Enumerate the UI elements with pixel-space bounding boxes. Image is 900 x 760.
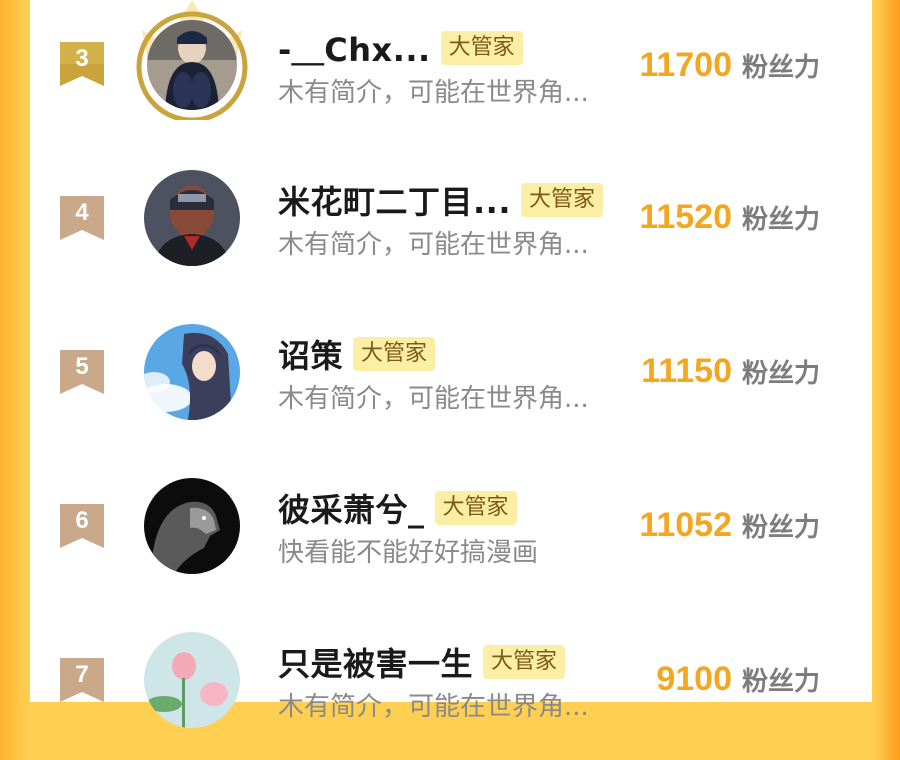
user-name[interactable]: 彼采萧兮_ [278,485,425,531]
rank-number: 6 [75,507,89,534]
lion-avatar-icon [144,478,240,574]
rank-badge-icon: 3 [60,42,104,86]
user-name[interactable]: 只是被害一生 [278,639,473,685]
ranking-row[interactable]: 3 -＿Chx... 大管家 木有简介，可能在世界角... 11700 粉丝力 [30,0,872,144]
fan-power-value: 9100 [656,660,732,698]
anime-girl-sky-avatar-icon [144,324,240,420]
rank-number: 5 [75,353,89,380]
user-avatar[interactable] [144,324,240,420]
user-photo-avatar-icon [147,20,237,110]
lotus-flower-avatar-icon [144,632,240,728]
ranking-row[interactable]: 4 米花町二丁目... 大管家 木有简介，可能在世界角... 11520 粉丝力 [30,144,872,298]
fan-power: 11052 粉丝力 [639,506,820,545]
user-avatar[interactable] [144,632,240,728]
fan-power: 11150 粉丝力 [641,352,820,391]
fan-power: 11700 粉丝力 [639,46,820,85]
user-bio: 木有简介，可能在世界角... [278,384,589,414]
user-name[interactable]: -＿Chx... [278,25,431,71]
name-line: 诏策 大管家 [278,331,436,377]
rank-badge-icon: 6 [60,504,104,548]
user-bio: 木有简介，可能在世界角... [278,692,589,722]
role-badge: 大管家 [483,645,566,679]
name-line: 米花町二丁目... 大管家 [278,178,603,222]
rank-number: 3 [75,45,89,72]
ranking-row[interactable]: 7 只是被害一生 大管家 木有简介，可能在世界角... 9100 粉丝力 [30,606,872,760]
fan-power-value: 11052 [639,506,732,544]
fan-power-unit: 粉丝力 [741,205,820,235]
anime-character-avatar-icon [144,170,240,266]
fan-power-value: 11520 [639,198,732,236]
ranking-row[interactable]: 6 彼采萧兮_ 大管家 快看能不能好好搞漫画 11052 粉丝力 [30,452,872,606]
fan-power-unit: 粉丝力 [741,53,820,83]
user-avatar[interactable] [144,478,240,574]
name-line: 只是被害一生 大管家 [278,639,566,685]
rank-badge-icon: 5 [60,350,104,394]
fan-power-value: 11700 [639,46,732,84]
name-line: -＿Chx... 大管家 [278,26,523,70]
user-bio: 木有简介，可能在世界角... [278,230,589,260]
role-badge: 大管家 [520,183,603,217]
fan-power-value: 11150 [641,352,732,390]
fan-power-unit: 粉丝力 [741,513,820,543]
rank-badge-icon: 7 [60,658,104,702]
user-name[interactable]: 诏策 [278,331,343,377]
fan-power: 11520 粉丝力 [639,198,820,237]
user-avatar[interactable] [144,170,240,266]
user-avatar[interactable] [147,20,237,110]
fan-power-unit: 粉丝力 [741,359,820,389]
rank-badge-icon: 4 [60,196,104,240]
fan-power-unit: 粉丝力 [741,667,820,697]
fan-power: 9100 粉丝力 [656,660,820,699]
ranking-row[interactable]: 5 诏策 大管家 木有简介，可能在世界角... 11150 粉丝力 [30,298,872,452]
rank-number: 4 [75,199,89,226]
role-badge: 大管家 [434,491,517,525]
role-badge: 大管家 [440,31,523,65]
role-badge: 大管家 [353,337,436,371]
ranking-list: 3 -＿Chx... 大管家 木有简介，可能在世界角... 11700 粉丝力 [30,0,872,728]
user-bio: 木有简介，可能在世界角... [278,78,589,108]
user-name[interactable]: 米花町二丁目... [278,177,511,223]
rank-number: 7 [75,661,89,688]
name-line: 彼采萧兮_ 大管家 [278,486,517,530]
user-bio: 快看能不能好好搞漫画 [278,538,539,568]
